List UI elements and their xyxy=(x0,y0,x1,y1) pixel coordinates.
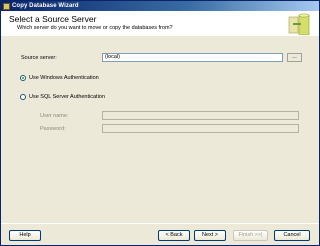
sql-auth-label: Use SQL Server Authentication xyxy=(29,94,105,100)
next-button[interactable]: Next > xyxy=(194,230,226,241)
header-divider xyxy=(1,35,319,36)
browse-server-button[interactable]: ... xyxy=(287,53,302,62)
page-subtitle: Which server do you want to move or copy… xyxy=(17,25,173,31)
title-bar[interactable]: Copy Database Wizard xyxy=(1,1,319,11)
username-label: User name: xyxy=(40,113,69,119)
back-button[interactable]: < Back xyxy=(158,230,190,241)
windows-auth-option[interactable]: Use Windows Authentication xyxy=(20,75,99,81)
username-input[interactable] xyxy=(102,111,299,120)
footer-divider xyxy=(1,223,319,224)
page-title: Select a Source Server xyxy=(9,14,97,24)
wizard-header: Select a Source Server Which server do y… xyxy=(1,11,319,36)
sql-auth-option[interactable]: Use SQL Server Authentication xyxy=(20,94,105,100)
password-input[interactable] xyxy=(102,124,299,133)
cancel-button[interactable]: Cancel xyxy=(274,230,310,241)
wizard-app-icon xyxy=(3,2,10,10)
windows-auth-label: Use Windows Authentication xyxy=(29,75,99,81)
database-copy-icon xyxy=(288,13,310,36)
source-server-input[interactable]: (local) xyxy=(102,53,283,62)
window-title: Copy Database Wizard xyxy=(12,3,79,9)
password-label: Password: xyxy=(40,126,66,132)
sql-auth-radio[interactable] xyxy=(20,94,26,100)
finish-button[interactable]: Finish >>| xyxy=(233,230,268,241)
source-server-label: Source server: xyxy=(21,55,57,61)
help-button[interactable]: Help xyxy=(9,230,41,241)
windows-auth-radio[interactable] xyxy=(20,75,26,81)
wizard-window: Copy Database Wizard Select a Source Ser… xyxy=(0,0,320,246)
